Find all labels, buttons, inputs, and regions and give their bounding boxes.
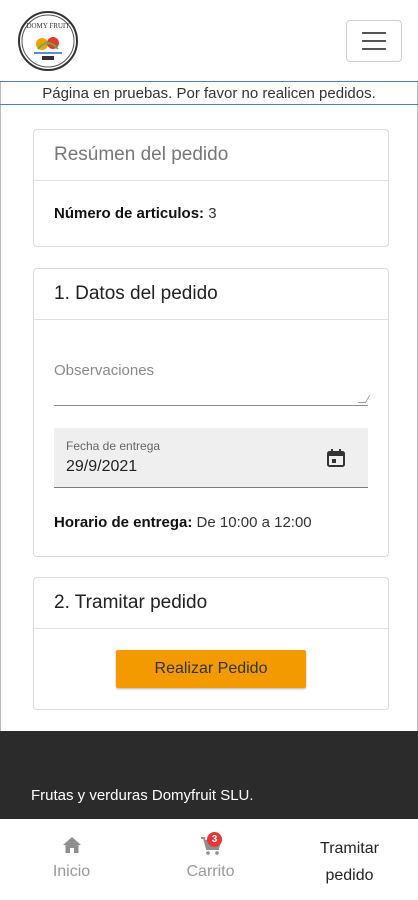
resize-handle-icon[interactable] [357, 395, 371, 403]
site-footer: Frutas y verduras Domyfruit SLU. [0, 731, 418, 819]
delivery-schedule-label: Horario de entrega: [54, 514, 193, 531]
nav-item-tramitar-pedido-label: Tramitar pedido [280, 835, 418, 889]
bottom-navigation: Inicio 3 Carrito Tramitar pedido [0, 819, 418, 900]
test-banner: Página en pruebas. Por favor no realicen… [0, 83, 418, 105]
hamburger-menu-icon-line [362, 40, 386, 42]
observations-underline [54, 405, 368, 406]
home-icon [62, 837, 81, 853]
delivery-schedule-row: Horario de entrega: De 10:00 a 12:00 [54, 514, 312, 531]
hamburger-menu-icon-line [362, 32, 386, 34]
calendar-icon[interactable] [326, 448, 346, 468]
hamburger-menu-icon-line [362, 48, 386, 50]
observations-field[interactable]: Observaciones [54, 362, 154, 379]
nav-item-tramitar-pedido-line1: Tramitar [320, 840, 379, 857]
delivery-date-label: Fecha de entrega [66, 439, 161, 453]
items-count-label: Número de articulos: [54, 205, 205, 222]
delivery-date-value[interactable]: 29/9/2021 [66, 458, 137, 476]
summary-title: Resúmen del pedido [34, 130, 388, 181]
svg-text:DOMY FRUIT: DOMY FRUIT [26, 22, 70, 30]
footer-company-name: Frutas y verduras Domyfruit SLU. [31, 787, 254, 804]
order-summary-card: Resúmen del pedido Número de articulos: … [33, 129, 389, 247]
order-details-card: 1. Datos del pedido Observaciones Fecha … [33, 268, 389, 557]
delivery-schedule-value: De 10:00 a 12:00 [196, 514, 312, 531]
items-count-row: Número de articulos: 3 [54, 205, 217, 222]
nav-item-inicio-label: Inicio [52, 863, 91, 880]
nav-item-inicio[interactable]: Inicio [2, 819, 141, 900]
items-count-value: 3 [208, 205, 217, 222]
order-details-title: 1. Datos del pedido [34, 269, 388, 320]
checkout-card: 2. Tramitar pedido Realizar Pedido [33, 577, 389, 710]
nav-item-tramitar-pedido-line2: pedido [325, 867, 374, 884]
cart-count-badge: 3 [207, 832, 222, 847]
nav-item-tramitar-pedido[interactable]: Tramitar pedido [280, 819, 418, 900]
nav-item-carrito-label: Carrito [186, 863, 235, 880]
logo-icon: DOMY FRUIT [21, 14, 75, 68]
brand-logo[interactable]: DOMY FRUIT [18, 11, 78, 71]
hamburger-menu-button[interactable] [346, 20, 402, 62]
checkout-title: 2. Tramitar pedido [34, 578, 388, 629]
app-header: DOMY FRUIT [0, 0, 418, 82]
place-order-button[interactable]: Realizar Pedido [116, 650, 306, 688]
delivery-date-field[interactable]: Fecha de entrega 29/9/2021 [54, 428, 368, 488]
nav-item-carrito[interactable]: 3 Carrito [141, 819, 280, 900]
